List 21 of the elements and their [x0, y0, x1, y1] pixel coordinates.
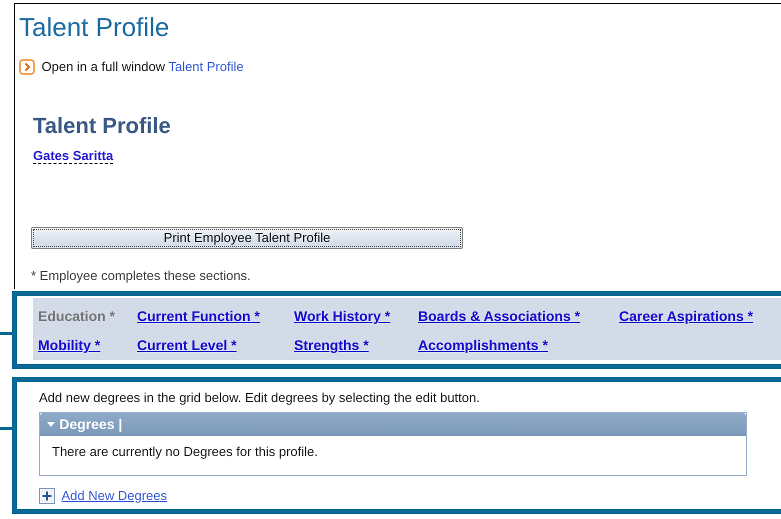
section-note: * Employee completes these sections. — [31, 269, 252, 282]
section-tab[interactable]: Strengths * — [294, 337, 369, 353]
add-degrees-link[interactable]: Add New Degrees — [62, 486, 167, 506]
page-title: Talent Profile — [19, 12, 170, 44]
employee-name-link[interactable]: Gates Saritta — [33, 148, 114, 164]
add-icon[interactable] — [39, 488, 55, 504]
talent-profile-link[interactable]: Talent Profile — [168, 59, 244, 74]
grid-title: Degrees | — [59, 414, 122, 434]
empty-message: There are currently no Degrees for this profile. — [51, 442, 319, 461]
section-tab[interactable]: Mobility * — [38, 337, 100, 353]
print-profile-button[interactable]: Print Employee Talent Profile — [31, 227, 463, 250]
profile-heading: Talent Profile — [33, 112, 172, 140]
section-tab[interactable]: Current Function * — [137, 308, 260, 324]
section-tab[interactable]: Career Aspirations * — [619, 308, 754, 324]
section-tab[interactable]: Work History * — [294, 308, 390, 324]
section-tab[interactable]: Boards & Associations * — [418, 308, 580, 324]
section-tab[interactable]: Current Level * — [137, 337, 237, 353]
collapse-icon[interactable] — [46, 419, 56, 429]
open-link-text: Open in a full window Talent Profile — [42, 58, 244, 76]
instructions-text: Add new degrees in the grid below. Edit degrees by selecting the edit button. — [39, 389, 481, 407]
section-tab[interactable]: Accomplishments * — [418, 337, 548, 353]
